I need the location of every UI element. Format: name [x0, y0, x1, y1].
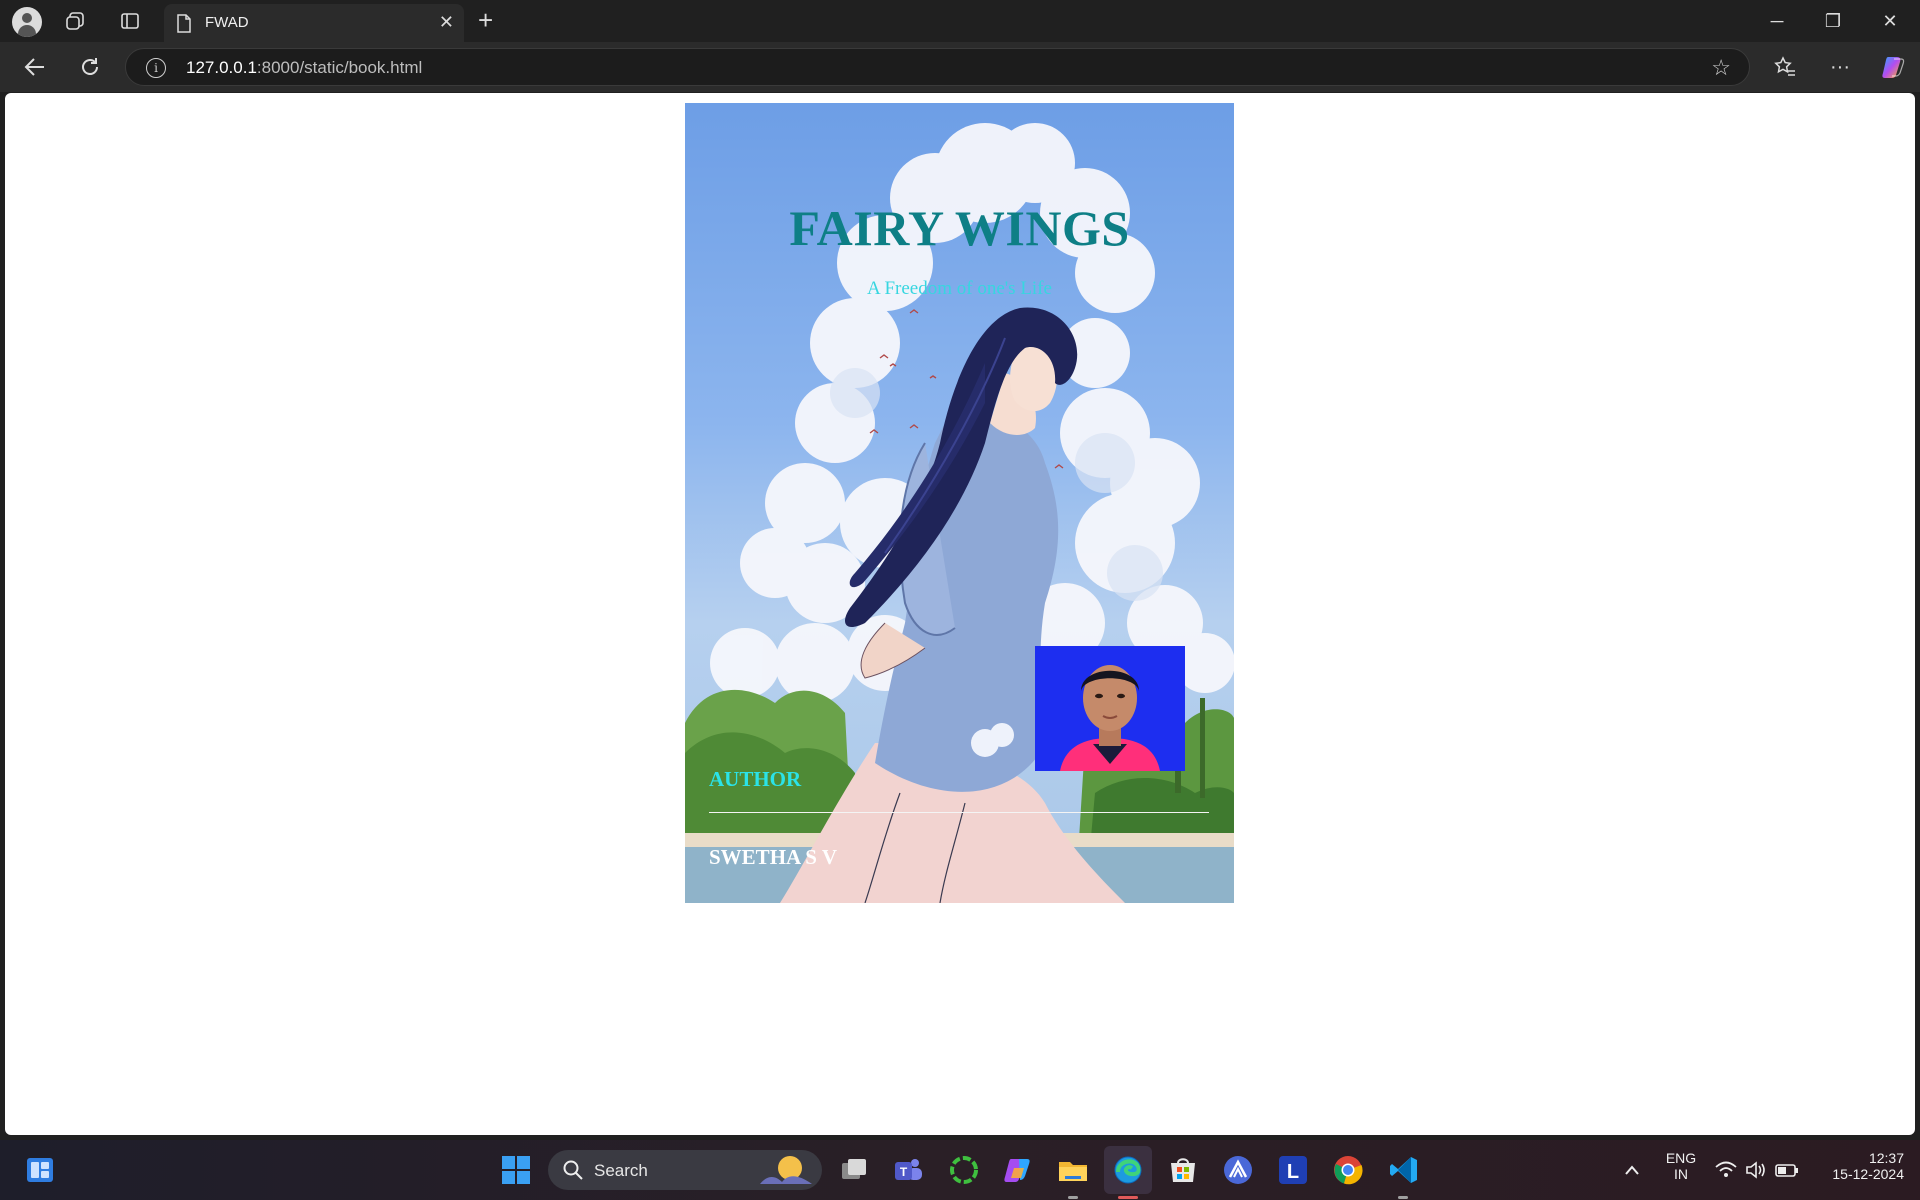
- clock-date: 15-12-2024: [1832, 1166, 1904, 1182]
- address-url[interactable]: 127.0.0.1:8000/static/book.html: [186, 58, 422, 78]
- new-tab-icon[interactable]: +: [478, 7, 493, 33]
- microsoft-store-icon[interactable]: [1167, 1154, 1199, 1186]
- edge-browser-icon[interactable]: [1112, 1154, 1144, 1186]
- tab-title: FWAD: [205, 14, 249, 31]
- file-explorer-icon[interactable]: [1057, 1154, 1089, 1186]
- search-label: Search: [594, 1161, 648, 1180]
- page-document-icon: [176, 14, 192, 38]
- taskbar-search-box[interactable]: Search: [548, 1150, 822, 1190]
- tab-close-icon[interactable]: ✕: [439, 13, 454, 31]
- favorite-star-icon[interactable]: ☆: [1711, 55, 1731, 81]
- battery-icon[interactable]: [1774, 1154, 1800, 1186]
- site-info-icon[interactable]: i: [146, 58, 166, 78]
- chrome-icon[interactable]: [1332, 1154, 1364, 1186]
- book-subtitle: A Freedom of one's Life: [867, 278, 1052, 299]
- task-view-icon[interactable]: [838, 1154, 870, 1186]
- profile-avatar-icon[interactable]: [12, 7, 42, 37]
- show-hidden-icons-chevron-icon[interactable]: [1622, 1154, 1642, 1186]
- triangle-app-icon[interactable]: [1222, 1154, 1254, 1186]
- author-name: SWETHA S V: [709, 845, 837, 869]
- svg-text:L: L: [1287, 1161, 1299, 1183]
- vertical-tabs-icon[interactable]: [118, 9, 142, 33]
- author-label: AUTHOR: [709, 767, 802, 791]
- vscode-icon[interactable]: [1388, 1154, 1420, 1186]
- book-cover: FAIRY WINGS A Freedom of one's Life AUTH…: [685, 103, 1234, 903]
- l-app-icon[interactable]: L: [1277, 1154, 1309, 1186]
- back-arrow-icon[interactable]: [22, 54, 48, 80]
- book-title: FAIRY WINGS: [789, 200, 1130, 256]
- page-viewport: FAIRY WINGS A Freedom of one's Life AUTH…: [5, 93, 1915, 1135]
- workspaces-icon[interactable]: [64, 9, 88, 33]
- teams-icon[interactable]: T: [892, 1154, 924, 1186]
- profile-head-shape: [22, 13, 32, 23]
- running-indicator: [1068, 1196, 1078, 1199]
- language-code: ENG: [1665, 1150, 1697, 1166]
- svg-text:T: T: [900, 1165, 908, 1179]
- circular-app-icon[interactable]: [948, 1154, 980, 1186]
- search-icon: [562, 1159, 584, 1186]
- copilot-icon[interactable]: [1880, 53, 1908, 81]
- volume-icon[interactable]: [1744, 1154, 1768, 1186]
- favorites-icon[interactable]: [1771, 53, 1799, 81]
- author-divider: [709, 812, 1209, 813]
- url-path: :8000/static/book.html: [256, 58, 423, 77]
- wifi-icon[interactable]: [1714, 1154, 1738, 1186]
- restore-icon[interactable]: ❐: [1819, 8, 1847, 34]
- language-region: IN: [1674, 1166, 1688, 1182]
- settings-more-icon[interactable]: ···: [1826, 53, 1854, 81]
- widgets-icon[interactable]: [24, 1154, 56, 1186]
- active-indicator: [1118, 1196, 1138, 1199]
- running-indicator: [1398, 1196, 1408, 1199]
- refresh-icon[interactable]: [77, 54, 103, 80]
- address-bar[interactable]: i 127.0.0.1:8000/static/book.html ☆: [125, 48, 1750, 86]
- start-windows-icon[interactable]: [500, 1154, 532, 1186]
- windows-taskbar: Search T L ENG IN 12:37 15-12-2024: [0, 1140, 1920, 1200]
- author-photo: [1035, 646, 1185, 771]
- browser-toolbar: i 127.0.0.1:8000/static/book.html ☆ ···: [0, 42, 1920, 92]
- window-close-icon[interactable]: ✕: [1876, 8, 1904, 34]
- profile-body-shape: [18, 25, 36, 37]
- copilot-taskbar-icon[interactable]: [1002, 1154, 1034, 1186]
- system-clock[interactable]: 12:37 15-12-2024: [1812, 1150, 1904, 1182]
- clock-time: 12:37: [1868, 1150, 1904, 1166]
- input-language[interactable]: ENG IN: [1658, 1150, 1704, 1182]
- minimize-icon[interactable]: ─: [1763, 8, 1791, 34]
- tab-fwad[interactable]: FWAD ✕: [164, 4, 464, 42]
- search-highlight-icon: [758, 1152, 814, 1193]
- browser-tab-bar: FWAD ✕ + ─ ❐ ✕: [0, 0, 1920, 42]
- url-host: 127.0.0.1: [186, 58, 257, 77]
